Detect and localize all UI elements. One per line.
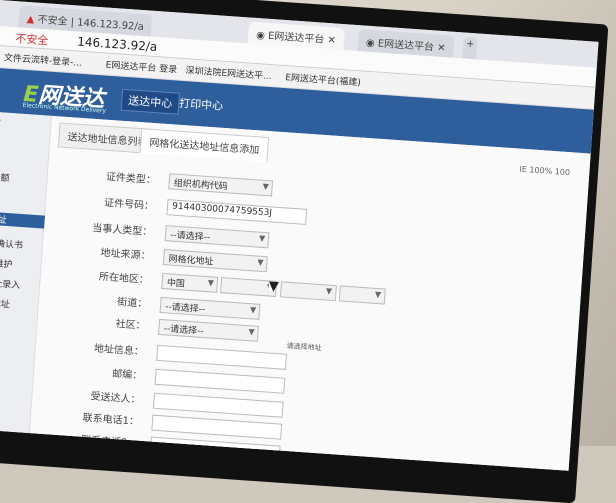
sidebar-item-address[interactable]: 地址 bbox=[0, 211, 46, 229]
street-select[interactable]: --请选择-- ▼ bbox=[159, 296, 261, 320]
chevron-down-icon: ▼ bbox=[249, 305, 257, 315]
globe-icon: ◉ bbox=[365, 37, 375, 50]
phone-input[interactable] bbox=[151, 414, 283, 440]
chevron-down-icon: ▼ bbox=[258, 233, 266, 244]
close-icon[interactable]: ✕ bbox=[437, 43, 446, 55]
mouse-cursor-icon bbox=[268, 281, 279, 293]
nav-delivery-center[interactable]: 送达中心 bbox=[120, 88, 180, 115]
sidebar-item[interactable]: 址确认书 bbox=[0, 236, 23, 251]
nav-print-center[interactable]: 打印中心 bbox=[173, 92, 230, 116]
address-input[interactable] bbox=[156, 344, 288, 370]
country-select[interactable]: 中国 ▼ bbox=[161, 273, 219, 293]
bookmark-item[interactable]: 深圳法院E网送达平... bbox=[185, 63, 272, 82]
chevron-down-icon: ▼ bbox=[262, 181, 270, 192]
bookmark-item[interactable]: E网送达平台(福建) bbox=[285, 70, 361, 88]
tab-address-add[interactable]: 网格化送达地址信息添加 bbox=[139, 128, 270, 163]
chevron-down-icon: ▼ bbox=[248, 327, 255, 337]
community-select[interactable]: --请选择-- ▼ bbox=[158, 318, 260, 342]
sidebar-item[interactable]: 息额 bbox=[0, 170, 10, 184]
chevron-down-icon: ▼ bbox=[207, 278, 215, 288]
globe-icon: ◉ bbox=[255, 29, 266, 42]
bookmark-item[interactable]: E网送达平台 登录 bbox=[105, 58, 177, 76]
party-type-select[interactable]: --请选择-- ▼ bbox=[164, 225, 270, 249]
sidebar-item[interactable]: 达地址 bbox=[0, 296, 10, 311]
cert-type-select[interactable]: 组织机构代码 ▼ bbox=[168, 173, 274, 197]
recipient-input[interactable] bbox=[153, 392, 284, 418]
chevron-down-icon: ▼ bbox=[374, 289, 382, 300]
district-select[interactable]: ▼ bbox=[338, 285, 386, 305]
bookmark-item[interactable]: 文件云流转-登录-... bbox=[4, 50, 83, 68]
sidebar-item[interactable]: 2 bbox=[0, 118, 1, 128]
sidebar-item[interactable]: 地址录入 bbox=[0, 276, 21, 291]
cert-no-input[interactable]: 91440300074759553J bbox=[166, 199, 308, 225]
warning-icon: ▲ bbox=[26, 13, 35, 26]
browser-screen: ▲ 不安全 | 146.123.92/a ◉ E网送达平台 ✕ ◉ E网送达平台… bbox=[0, 0, 599, 471]
url-text[interactable]: 146.123.92/a bbox=[77, 35, 158, 55]
chevron-down-icon: ▼ bbox=[257, 257, 264, 268]
addr-source-select[interactable]: 网格化地址 ▼ bbox=[163, 249, 268, 273]
security-warning: 不安全 bbox=[14, 32, 49, 48]
status-badge: IE 100% 100 bbox=[519, 164, 571, 178]
form-row-cert-type: 证件类型： 组织机构代码 ▼ bbox=[77, 166, 274, 197]
city-select[interactable]: ▼ bbox=[279, 281, 337, 302]
chevron-down-icon: ▼ bbox=[325, 286, 333, 296]
main-content: 送达地址信息列表 网格化送达地址信息添加 IE 100% 100 证件类型： 组… bbox=[29, 115, 591, 471]
address-hint: 请选择地址 bbox=[286, 341, 322, 353]
zipcode-input[interactable] bbox=[154, 368, 286, 394]
close-icon[interactable]: ✕ bbox=[327, 35, 336, 47]
new-tab-button[interactable]: + bbox=[462, 36, 478, 60]
sidebar-item[interactable]: 址维护 bbox=[0, 256, 13, 271]
